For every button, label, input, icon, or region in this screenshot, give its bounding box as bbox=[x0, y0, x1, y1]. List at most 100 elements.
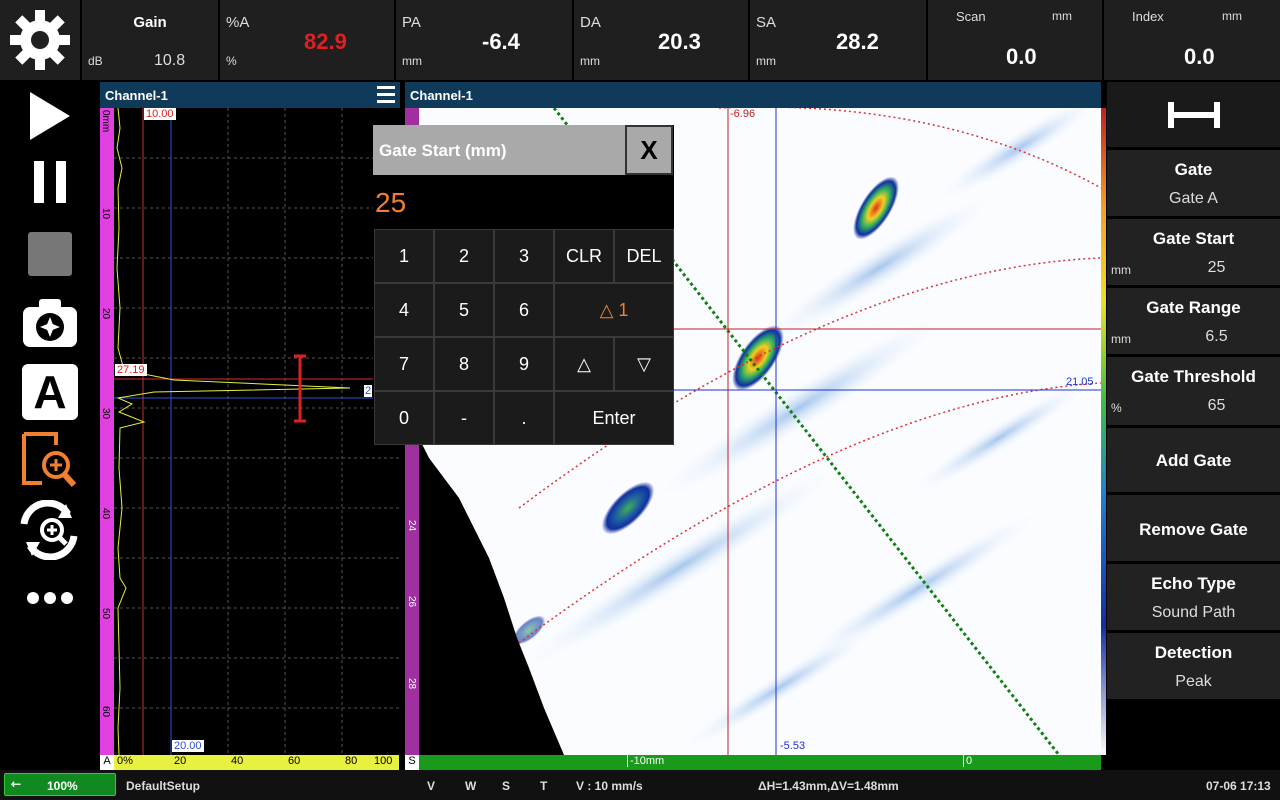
key-0[interactable]: 0 bbox=[374, 391, 434, 445]
gate-range-title: Gate Range bbox=[1146, 298, 1241, 317]
key-clear[interactable]: CLR bbox=[554, 229, 614, 283]
screenshot-button[interactable] bbox=[0, 292, 100, 354]
gate-start-unit: mm bbox=[1111, 263, 1131, 277]
remove-gate-title: Remove Gate bbox=[1139, 520, 1248, 539]
sscan-bottom-cursor-label: -5.53 bbox=[780, 740, 806, 752]
ascan-corner: A bbox=[100, 755, 114, 770]
gate-start-value: 25 bbox=[1207, 259, 1226, 276]
amp-tick-label: 80 bbox=[345, 755, 358, 767]
settings-button[interactable] bbox=[0, 0, 82, 80]
gate-title: Gate bbox=[1174, 160, 1213, 179]
gain-label: Gain bbox=[133, 14, 167, 31]
refresh-zoom-icon bbox=[20, 500, 78, 560]
ascan-plot[interactable] bbox=[114, 108, 399, 755]
depth-tick-label: 40 bbox=[100, 508, 111, 520]
pct-a-readout: %A % 82.9 bbox=[220, 0, 396, 80]
key-delete[interactable]: DEL bbox=[614, 229, 674, 283]
ascan-bottom-ref: 20.00 bbox=[172, 740, 204, 752]
menu-button[interactable] bbox=[373, 82, 399, 108]
gate-start-button[interactable]: Gate Start mm 25 bbox=[1107, 219, 1280, 288]
key-7[interactable]: 7 bbox=[374, 337, 434, 391]
echo-type-title: Echo Type bbox=[1151, 574, 1236, 593]
depth-tick-label: 50 bbox=[100, 608, 111, 620]
amp-tick-label: 0% bbox=[117, 755, 133, 767]
index-tick-label: 0 bbox=[963, 755, 972, 767]
settings-icon bbox=[10, 10, 70, 70]
sa-unit: mm bbox=[756, 54, 776, 68]
width-measure-icon bbox=[1167, 102, 1220, 128]
play-icon bbox=[30, 92, 70, 140]
sscan-right-cursor-label: 21.05 bbox=[1066, 376, 1094, 388]
index-unit: mm bbox=[1222, 9, 1242, 23]
key-6[interactable]: 6 bbox=[494, 283, 554, 337]
key-5[interactable]: 5 bbox=[434, 283, 494, 337]
key-step[interactable]: △ 1 bbox=[554, 283, 674, 337]
key-minus[interactable]: - bbox=[434, 391, 494, 445]
key-3[interactable]: 3 bbox=[494, 229, 554, 283]
depth-tick-label: 20 bbox=[100, 308, 111, 320]
gain-readout[interactable]: Gain dB 10.8 bbox=[82, 0, 220, 80]
measure-mode-button[interactable] bbox=[1107, 82, 1280, 150]
delta-readout: ΔH=1.43mm,ΔV=1.48mm bbox=[758, 779, 899, 793]
gain-value: 10.8 bbox=[154, 52, 186, 69]
key-decrement[interactable]: ▽ bbox=[614, 337, 674, 391]
play-button[interactable] bbox=[0, 86, 100, 146]
status-v: V bbox=[427, 779, 436, 793]
detection-button[interactable]: Detection Peak bbox=[1107, 633, 1280, 702]
da-label: DA bbox=[580, 14, 601, 31]
index-tick-label: -10mm bbox=[627, 755, 664, 767]
gate-select-button[interactable]: Gate Gate A bbox=[1107, 150, 1280, 219]
gate-range-unit: mm bbox=[1111, 332, 1131, 346]
zoom-document-icon bbox=[22, 432, 77, 488]
more-button[interactable] bbox=[0, 580, 100, 616]
pa-value: -6.4 bbox=[482, 29, 520, 54]
echo-type-button[interactable]: Echo Type Sound Path bbox=[1107, 564, 1280, 633]
key-8[interactable]: 8 bbox=[434, 337, 494, 391]
more-icon bbox=[27, 592, 73, 604]
key-decimal[interactable]: . bbox=[494, 391, 554, 445]
gate-threshold-button[interactable]: Gate Threshold % 65 bbox=[1107, 357, 1280, 428]
ascan-amp-ruler: 0% 20 40 60 80 100 bbox=[114, 755, 399, 770]
key-9[interactable]: 9 bbox=[494, 337, 554, 391]
gate-start-title: Gate Start bbox=[1152, 229, 1235, 248]
add-gate-button[interactable]: Add Gate bbox=[1107, 428, 1280, 495]
key-1[interactable]: 1 bbox=[374, 229, 434, 283]
stop-button[interactable] bbox=[0, 224, 100, 284]
plug-icon: ⇽ bbox=[11, 777, 22, 791]
pause-button[interactable] bbox=[0, 152, 100, 212]
refresh-zoom-button[interactable] bbox=[0, 498, 100, 562]
key-2[interactable]: 2 bbox=[434, 229, 494, 283]
datetime: 07-06 17:13 bbox=[1206, 779, 1271, 793]
sscan-top-cursor-label: -6.96 bbox=[730, 108, 756, 120]
camera-icon bbox=[23, 299, 77, 347]
remove-gate-button[interactable]: Remove Gate bbox=[1107, 495, 1280, 564]
pa-unit: mm bbox=[402, 54, 422, 68]
gate-range-button[interactable]: Gate Range mm 6.5 bbox=[1107, 288, 1280, 357]
depth-tick-label: 30 bbox=[100, 408, 111, 420]
detection-title: Detection bbox=[1154, 643, 1233, 662]
keypad-close-button[interactable]: X bbox=[625, 125, 673, 175]
da-readout: DA mm 20.3 bbox=[574, 0, 750, 80]
battery-indicator: ⇽ 100% bbox=[4, 773, 116, 796]
amp-tick-label: 20 bbox=[174, 755, 187, 767]
sscan-title-bar: Channel-1 bbox=[405, 82, 1101, 108]
gate-threshold-title: Gate Threshold bbox=[1131, 367, 1256, 386]
index-value: 0.0 bbox=[1184, 44, 1215, 69]
sa-value: 28.2 bbox=[836, 29, 879, 54]
depth-tick-label: 0mm bbox=[100, 110, 111, 133]
sscan-title: Channel-1 bbox=[410, 88, 473, 103]
pause-icon bbox=[34, 161, 66, 203]
pct-a-unit: % bbox=[226, 54, 237, 68]
amp-tick-label: 100 bbox=[374, 755, 393, 767]
key-4[interactable]: 4 bbox=[374, 283, 434, 337]
key-increment[interactable]: △ bbox=[554, 337, 614, 391]
sa-readout: SA mm 28.2 bbox=[750, 0, 928, 80]
depth-tick-label: 60 bbox=[100, 706, 111, 718]
scan-value: 0.0 bbox=[1006, 44, 1037, 69]
zoom-button[interactable] bbox=[0, 430, 100, 490]
key-enter[interactable]: Enter bbox=[554, 391, 674, 445]
da-value: 20.3 bbox=[658, 29, 701, 54]
auto-a-button[interactable]: A bbox=[0, 362, 100, 422]
index-label: Index bbox=[1132, 9, 1164, 24]
pct-a-value: 82.9 bbox=[304, 29, 347, 54]
